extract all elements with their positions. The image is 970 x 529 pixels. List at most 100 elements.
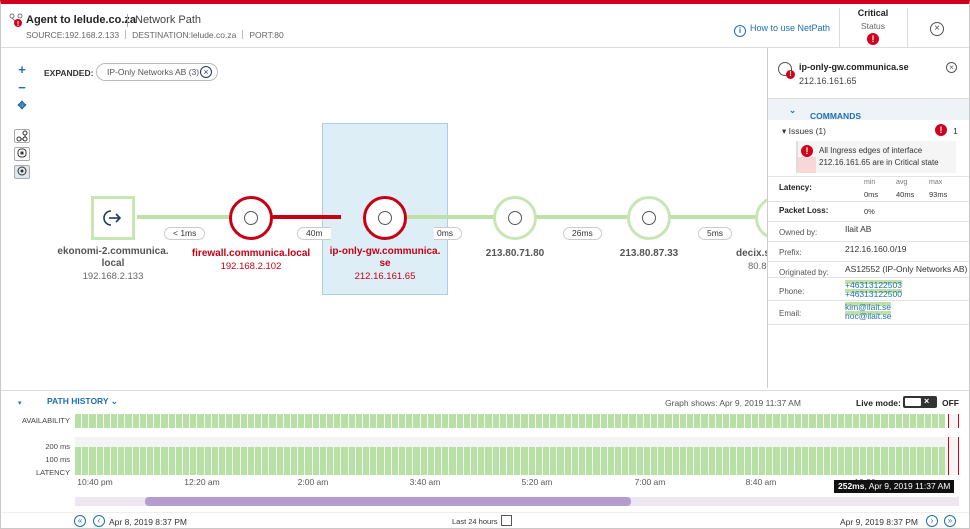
history-cell[interactable] [449, 447, 456, 475]
history-cell[interactable] [809, 414, 816, 428]
history-cell[interactable] [629, 414, 636, 428]
history-cell[interactable] [471, 447, 478, 475]
history-cell[interactable] [679, 447, 686, 475]
history-cell[interactable] [766, 447, 773, 475]
history-cell[interactable] [550, 447, 557, 475]
history-cell[interactable] [96, 414, 103, 428]
timeline-scroll-thumb[interactable] [145, 497, 631, 506]
history-cell[interactable] [687, 447, 694, 475]
history-cell[interactable] [651, 447, 658, 475]
history-cell[interactable] [939, 414, 946, 428]
history-cell[interactable] [823, 447, 830, 475]
history-cell[interactable] [917, 447, 924, 475]
history-cell[interactable] [96, 447, 103, 475]
history-cell[interactable] [838, 447, 845, 475]
path-link[interactable] [535, 215, 631, 219]
history-cell[interactable] [298, 447, 305, 475]
history-cell[interactable] [629, 447, 636, 475]
history-cell[interactable] [881, 447, 888, 475]
history-cell[interactable] [111, 447, 118, 475]
history-cell[interactable] [175, 447, 182, 475]
history-cell[interactable] [874, 447, 881, 475]
history-cell[interactable] [615, 414, 622, 428]
history-cell[interactable] [888, 447, 895, 475]
calendar-icon[interactable] [501, 515, 512, 526]
history-cell[interactable] [903, 447, 910, 475]
history-cell[interactable] [327, 447, 334, 475]
history-cell[interactable] [924, 414, 931, 428]
history-cell[interactable] [118, 447, 125, 475]
availability-strip[interactable] [75, 414, 959, 428]
history-cell[interactable] [305, 447, 312, 475]
history-cell[interactable] [298, 414, 305, 428]
history-cell[interactable] [269, 447, 276, 475]
history-cell[interactable] [679, 414, 686, 428]
history-cell[interactable] [247, 414, 254, 428]
history-cell[interactable] [370, 414, 377, 428]
history-cell[interactable] [168, 447, 175, 475]
history-cell[interactable] [600, 447, 607, 475]
history-cell[interactable] [384, 414, 391, 428]
history-cell[interactable] [348, 447, 355, 475]
history-cell[interactable] [377, 414, 384, 428]
how-to-link[interactable]: i How to use NetPath [734, 23, 830, 37]
history-cell[interactable] [787, 414, 794, 428]
first-page-button[interactable]: « [74, 515, 86, 527]
live-mode-toggle[interactable]: × [903, 396, 937, 408]
node-label[interactable]: 213.80.87.33 [574, 248, 724, 260]
history-cell[interactable] [319, 447, 326, 475]
history-cell[interactable] [334, 414, 341, 428]
node-label[interactable]: 213.80.71.80 [440, 248, 590, 260]
history-cell[interactable] [291, 414, 298, 428]
history-cell[interactable] [737, 447, 744, 475]
history-cell[interactable] [89, 447, 96, 475]
history-cell[interactable] [852, 447, 859, 475]
history-cell[interactable] [211, 447, 218, 475]
history-cell[interactable] [82, 447, 89, 475]
history-cell[interactable] [89, 414, 96, 428]
history-cell[interactable] [399, 447, 406, 475]
history-cell[interactable] [147, 447, 154, 475]
history-cell[interactable] [579, 414, 586, 428]
history-cell[interactable] [427, 447, 434, 475]
history-cell[interactable] [579, 447, 586, 475]
history-cell[interactable] [427, 414, 434, 428]
history-cell[interactable] [658, 447, 665, 475]
history-cell[interactable] [780, 447, 787, 475]
history-cell[interactable] [607, 414, 614, 428]
history-cell[interactable] [82, 414, 89, 428]
history-cell[interactable] [910, 414, 917, 428]
history-cell[interactable] [881, 414, 888, 428]
close-button[interactable]: × [930, 22, 944, 36]
history-cell[interactable] [499, 414, 506, 428]
history-cell[interactable] [391, 447, 398, 475]
history-cell[interactable] [363, 447, 370, 475]
history-cell[interactable] [895, 447, 902, 475]
history-cell[interactable] [787, 447, 794, 475]
history-cell[interactable] [485, 414, 492, 428]
history-cell[interactable] [931, 414, 938, 428]
history-cell[interactable] [859, 447, 866, 475]
history-cell[interactable] [363, 414, 370, 428]
path-node-critical[interactable] [229, 196, 273, 240]
history-cell[interactable] [312, 414, 319, 428]
history-cell[interactable] [406, 414, 413, 428]
history-cell[interactable] [276, 414, 283, 428]
issues-toggle[interactable]: ▾ Issues (1) [782, 126, 826, 137]
history-cell[interactable] [795, 414, 802, 428]
history-cell[interactable] [874, 414, 881, 428]
history-cell[interactable] [867, 447, 874, 475]
history-cell[interactable] [672, 414, 679, 428]
path-link-critical[interactable] [271, 215, 341, 219]
history-cell[interactable] [751, 447, 758, 475]
history-cell[interactable] [802, 447, 809, 475]
history-cell[interactable] [269, 414, 276, 428]
timeline-scrollbar[interactable] [75, 497, 959, 506]
history-cell[interactable] [471, 414, 478, 428]
history-cell[interactable] [226, 447, 233, 475]
path-link[interactable] [669, 215, 767, 219]
history-cell[interactable] [535, 414, 542, 428]
history-cell[interactable] [521, 414, 528, 428]
history-cell[interactable] [809, 447, 816, 475]
history-cell[interactable] [586, 447, 593, 475]
